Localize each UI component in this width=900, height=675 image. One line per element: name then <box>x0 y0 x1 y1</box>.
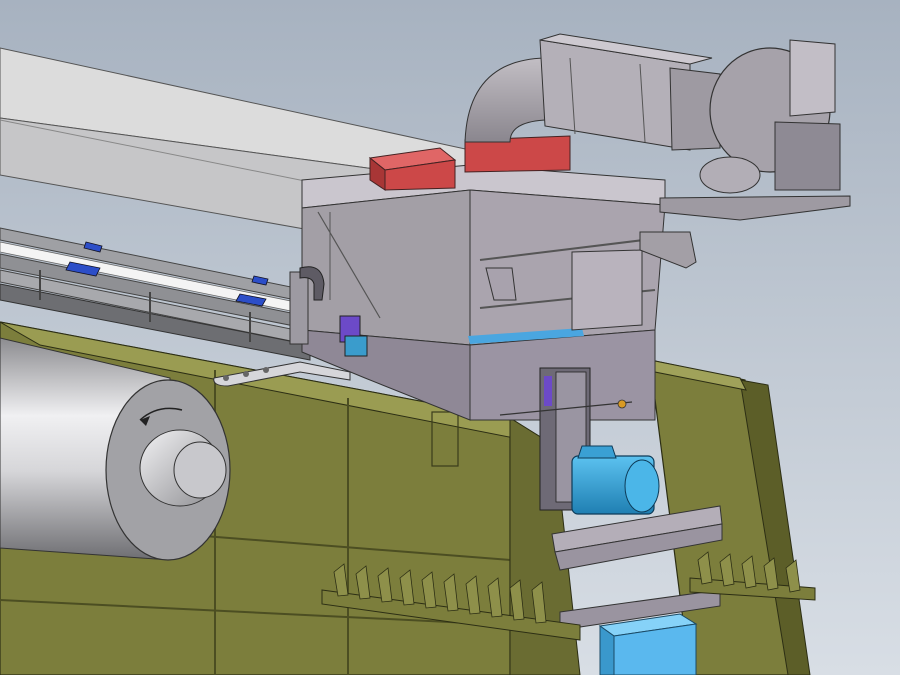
hood-panel <box>571 249 643 331</box>
cad-viewport[interactable] <box>0 0 900 675</box>
drum-shaft <box>173 441 227 499</box>
cad-model-canvas[interactable] <box>0 0 900 675</box>
drive-motor[interactable] <box>571 445 660 515</box>
